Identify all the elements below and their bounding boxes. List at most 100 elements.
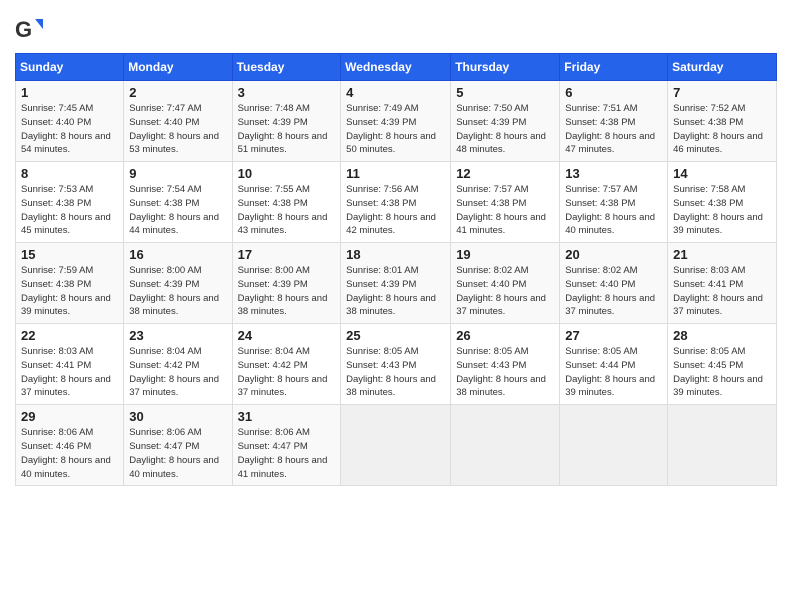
calendar-cell: 22 Sunrise: 8:03 AMSunset: 4:41 PMDayligh…: [16, 324, 124, 405]
calendar-week-5: 29 Sunrise: 8:06 AMSunset: 4:46 PMDayligh…: [16, 405, 777, 486]
day-info: Sunrise: 7:47 AMSunset: 4:40 PMDaylight:…: [129, 102, 226, 157]
calendar-header-monday: Monday: [124, 54, 232, 81]
calendar-cell: 27 Sunrise: 8:05 AMSunset: 4:44 PMDayligh…: [560, 324, 668, 405]
day-number: 29: [21, 409, 118, 424]
day-info: Sunrise: 7:55 AMSunset: 4:38 PMDaylight:…: [238, 183, 336, 238]
day-info: Sunrise: 8:06 AMSunset: 4:47 PMDaylight:…: [238, 426, 336, 481]
calendar-header-sunday: Sunday: [16, 54, 124, 81]
day-info: Sunrise: 8:00 AMSunset: 4:39 PMDaylight:…: [238, 264, 336, 319]
day-info: Sunrise: 7:51 AMSunset: 4:38 PMDaylight:…: [565, 102, 662, 157]
calendar-cell: 20 Sunrise: 8:02 AMSunset: 4:40 PMDayligh…: [560, 243, 668, 324]
day-info: Sunrise: 7:45 AMSunset: 4:40 PMDaylight:…: [21, 102, 118, 157]
calendar-cell: 14 Sunrise: 7:58 AMSunset: 4:38 PMDayligh…: [668, 162, 777, 243]
day-info: Sunrise: 8:06 AMSunset: 4:47 PMDaylight:…: [129, 426, 226, 481]
calendar-cell: [451, 405, 560, 486]
calendar-cell: 6 Sunrise: 7:51 AMSunset: 4:38 PMDaylight…: [560, 81, 668, 162]
day-number: 3: [238, 85, 336, 100]
calendar-header-thursday: Thursday: [451, 54, 560, 81]
day-number: 22: [21, 328, 118, 343]
calendar-cell: 24 Sunrise: 8:04 AMSunset: 4:42 PMDayligh…: [232, 324, 341, 405]
day-info: Sunrise: 7:48 AMSunset: 4:39 PMDaylight:…: [238, 102, 336, 157]
calendar-cell: 31 Sunrise: 8:06 AMSunset: 4:47 PMDayligh…: [232, 405, 341, 486]
calendar-week-1: 1 Sunrise: 7:45 AMSunset: 4:40 PMDaylight…: [16, 81, 777, 162]
day-number: 6: [565, 85, 662, 100]
calendar-cell: [341, 405, 451, 486]
day-info: Sunrise: 8:05 AMSunset: 4:43 PMDaylight:…: [346, 345, 445, 400]
day-number: 21: [673, 247, 771, 262]
calendar-cell: 25 Sunrise: 8:05 AMSunset: 4:43 PMDayligh…: [341, 324, 451, 405]
calendar-header-wednesday: Wednesday: [341, 54, 451, 81]
day-info: Sunrise: 8:02 AMSunset: 4:40 PMDaylight:…: [456, 264, 554, 319]
day-number: 28: [673, 328, 771, 343]
day-info: Sunrise: 8:02 AMSunset: 4:40 PMDaylight:…: [565, 264, 662, 319]
day-number: 9: [129, 166, 226, 181]
day-info: Sunrise: 8:04 AMSunset: 4:42 PMDaylight:…: [238, 345, 336, 400]
calendar-cell: 26 Sunrise: 8:05 AMSunset: 4:43 PMDayligh…: [451, 324, 560, 405]
day-number: 7: [673, 85, 771, 100]
calendar-cell: 11 Sunrise: 7:56 AMSunset: 4:38 PMDayligh…: [341, 162, 451, 243]
day-number: 31: [238, 409, 336, 424]
day-number: 11: [346, 166, 445, 181]
calendar-cell: 15 Sunrise: 7:59 AMSunset: 4:38 PMDayligh…: [16, 243, 124, 324]
day-info: Sunrise: 7:56 AMSunset: 4:38 PMDaylight:…: [346, 183, 445, 238]
day-info: Sunrise: 8:05 AMSunset: 4:43 PMDaylight:…: [456, 345, 554, 400]
calendar-cell: 23Sunrise: 8:04 AMSunset: 4:42 PMDayligh…: [124, 324, 232, 405]
calendar-cell: 8 Sunrise: 7:53 AMSunset: 4:38 PMDaylight…: [16, 162, 124, 243]
calendar-header-tuesday: Tuesday: [232, 54, 341, 81]
day-number: 25: [346, 328, 445, 343]
day-number: 1: [21, 85, 118, 100]
svg-text:G: G: [15, 17, 32, 42]
header: G: [15, 15, 777, 43]
calendar-cell: 30 Sunrise: 8:06 AMSunset: 4:47 PMDayligh…: [124, 405, 232, 486]
calendar-cell: 5 Sunrise: 7:50 AMSunset: 4:39 PMDaylight…: [451, 81, 560, 162]
calendar-cell: 3 Sunrise: 7:48 AMSunset: 4:39 PMDaylight…: [232, 81, 341, 162]
day-info: Sunrise: 8:05 AMSunset: 4:45 PMDaylight:…: [673, 345, 771, 400]
calendar-cell: 21 Sunrise: 8:03 AMSunset: 4:41 PMDayligh…: [668, 243, 777, 324]
calendar-header-friday: Friday: [560, 54, 668, 81]
calendar-cell: 18Sunrise: 8:01 AMSunset: 4:39 PMDayligh…: [341, 243, 451, 324]
calendar-week-4: 22 Sunrise: 8:03 AMSunset: 4:41 PMDayligh…: [16, 324, 777, 405]
day-info: Sunrise: 7:58 AMSunset: 4:38 PMDaylight:…: [673, 183, 771, 238]
day-info: Sunrise: 7:53 AMSunset: 4:38 PMDaylight:…: [21, 183, 118, 238]
logo: G: [15, 15, 45, 43]
calendar-cell: 17 Sunrise: 8:00 AMSunset: 4:39 PMDayligh…: [232, 243, 341, 324]
day-info: Sunrise: 8:03 AMSunset: 4:41 PMDaylight:…: [21, 345, 118, 400]
day-number: 5: [456, 85, 554, 100]
day-number: 16: [129, 247, 226, 262]
calendar-cell: 13 Sunrise: 7:57 AMSunset: 4:38 PMDayligh…: [560, 162, 668, 243]
day-info: Sunrise: 8:00 AMSunset: 4:39 PMDaylight:…: [129, 264, 226, 319]
day-number: 24: [238, 328, 336, 343]
day-info: Sunrise: 7:50 AMSunset: 4:39 PMDaylight:…: [456, 102, 554, 157]
day-info: Sunrise: 7:59 AMSunset: 4:38 PMDaylight:…: [21, 264, 118, 319]
day-number: 13: [565, 166, 662, 181]
day-number: 10: [238, 166, 336, 181]
calendar-cell: 1 Sunrise: 7:45 AMSunset: 4:40 PMDaylight…: [16, 81, 124, 162]
day-number: 14: [673, 166, 771, 181]
day-number: 30: [129, 409, 226, 424]
calendar-cell: 4Sunrise: 7:49 AMSunset: 4:39 PMDaylight…: [341, 81, 451, 162]
calendar-cell: 9Sunrise: 7:54 AMSunset: 4:38 PMDaylight…: [124, 162, 232, 243]
day-number: 27: [565, 328, 662, 343]
day-number: 23: [129, 328, 226, 343]
day-number: 26: [456, 328, 554, 343]
day-number: 4: [346, 85, 445, 100]
calendar-cell: 7 Sunrise: 7:52 AMSunset: 4:38 PMDaylight…: [668, 81, 777, 162]
day-info: Sunrise: 8:05 AMSunset: 4:44 PMDaylight:…: [565, 345, 662, 400]
day-number: 17: [238, 247, 336, 262]
calendar-cell: 2Sunrise: 7:47 AMSunset: 4:40 PMDaylight…: [124, 81, 232, 162]
day-info: Sunrise: 8:03 AMSunset: 4:41 PMDaylight:…: [673, 264, 771, 319]
day-info: Sunrise: 7:57 AMSunset: 4:38 PMDaylight:…: [565, 183, 662, 238]
day-number: 15: [21, 247, 118, 262]
calendar-cell: [560, 405, 668, 486]
calendar-cell: 12Sunrise: 7:57 AMSunset: 4:38 PMDayligh…: [451, 162, 560, 243]
day-number: 8: [21, 166, 118, 181]
day-info: Sunrise: 8:06 AMSunset: 4:46 PMDaylight:…: [21, 426, 118, 481]
day-number: 12: [456, 166, 554, 181]
day-info: Sunrise: 7:52 AMSunset: 4:38 PMDaylight:…: [673, 102, 771, 157]
calendar-week-2: 8 Sunrise: 7:53 AMSunset: 4:38 PMDaylight…: [16, 162, 777, 243]
calendar-header-row: SundayMondayTuesdayWednesdayThursdayFrid…: [16, 54, 777, 81]
day-number: 18: [346, 247, 445, 262]
day-number: 20: [565, 247, 662, 262]
calendar-cell: [668, 405, 777, 486]
calendar-cell: 29 Sunrise: 8:06 AMSunset: 4:46 PMDayligh…: [16, 405, 124, 486]
